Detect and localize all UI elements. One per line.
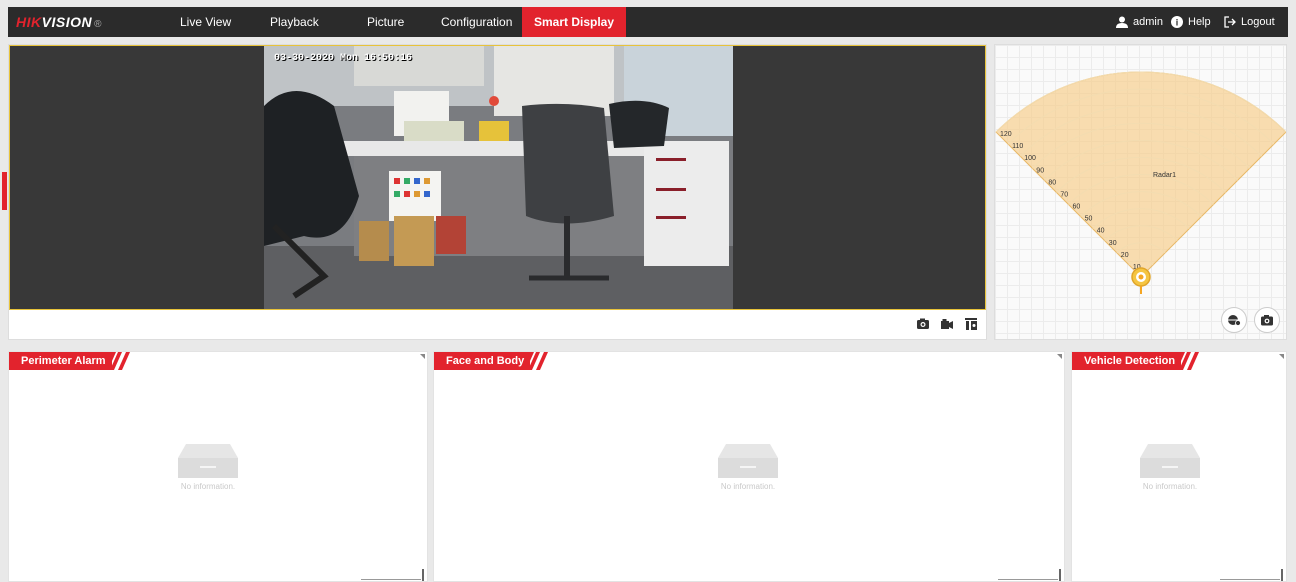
logout-label: Logout: [1241, 16, 1275, 28]
live-video-panel: 03-30-2020 Mon 16:50:16: [8, 44, 987, 340]
user-icon: [1116, 16, 1128, 28]
panel-title-bar: Face and Body: [434, 352, 554, 370]
panel-resize-handle[interactable]: [422, 569, 424, 581]
video-toolbar: [916, 317, 978, 331]
panel-title-bar: Perimeter Alarm: [9, 352, 136, 370]
help-label: Help: [1188, 16, 1211, 28]
logout-icon: [1224, 16, 1236, 28]
face-and-body-title: Face and Body: [434, 352, 531, 370]
radar-range-label: 70: [1060, 191, 1068, 198]
empty-state-text: No information.: [1142, 482, 1198, 491]
nav-configuration[interactable]: Configuration: [429, 7, 524, 37]
perimeter-alarm-panel: Perimeter Alarm No information.: [8, 351, 428, 582]
panel-title-bar: Vehicle Detection: [1072, 352, 1205, 370]
radar-snapshot-button[interactable]: [1254, 307, 1280, 333]
radar-device-icon[interactable]: [1131, 267, 1151, 294]
radar-range-label: 30: [1109, 240, 1117, 247]
perimeter-alarm-title: Perimeter Alarm: [9, 352, 112, 370]
empty-tray-icon: [1140, 444, 1200, 478]
empty-state: No information.: [178, 444, 238, 491]
radar-range-label: 60: [1073, 204, 1081, 211]
empty-state: No information.: [718, 444, 778, 491]
vehicle-detection-title: Vehicle Detection: [1072, 352, 1182, 370]
empty-state-text: No information.: [180, 482, 236, 491]
radar-map-panel[interactable]: 120 110 100 90 80 70 60 50 40 30 20 10 Radar1: [994, 44, 1287, 340]
camera-icon: [1261, 315, 1273, 326]
radar-target-button[interactable]: [1221, 307, 1247, 333]
radar-sector-chart: 120110100908070605040302010Radar1: [995, 71, 1286, 294]
panel-resize-line: [1220, 579, 1280, 580]
panel-resize-line: [998, 579, 1058, 580]
help-icon: i: [1171, 16, 1183, 28]
panel-corner-marker: [420, 354, 425, 359]
panel-resize-handle[interactable]: [1281, 569, 1283, 581]
radar-range-label: 100: [1024, 155, 1036, 162]
panel-corner-marker: [1057, 354, 1062, 359]
top-navigation-bar: HIKVISION ® Live View Playback Picture Co…: [8, 7, 1288, 37]
tracking-icon: [1228, 315, 1241, 326]
empty-tray-icon: [718, 444, 778, 478]
side-collapse-handle[interactable]: [2, 172, 7, 210]
camera-icon[interactable]: [916, 317, 930, 331]
panel-resize-line: [361, 579, 421, 580]
help-link[interactable]: i Help: [1171, 7, 1211, 37]
face-and-body-panel: Face and Body No information.: [433, 351, 1065, 582]
camera-feed-drawing: [264, 46, 733, 309]
panel-corner-marker: [1279, 354, 1284, 359]
camera-feed-image: 03-30-2020 Mon 16:50:16: [264, 46, 733, 309]
nav-picture[interactable]: Picture: [355, 7, 416, 37]
nav-smart-display[interactable]: Smart Display: [522, 7, 627, 37]
settings-icon[interactable]: [964, 317, 978, 331]
vehicle-detection-panel: Vehicle Detection No information.: [1071, 351, 1287, 582]
username-label: admin: [1133, 16, 1163, 28]
empty-state: No information.: [1140, 444, 1200, 491]
radar-range-label: 90: [1036, 167, 1044, 174]
radar-range-label: 50: [1085, 216, 1093, 223]
user-menu[interactable]: admin: [1116, 7, 1163, 37]
empty-tray-icon: [178, 444, 238, 478]
record-icon[interactable]: [940, 317, 954, 331]
nav-live-view[interactable]: Live View: [168, 7, 243, 37]
panel-resize-handle[interactable]: [1059, 569, 1061, 581]
empty-state-text: No information.: [720, 482, 776, 491]
video-viewport[interactable]: 03-30-2020 Mon 16:50:16: [9, 45, 986, 310]
radar-range-label: 80: [1048, 179, 1056, 186]
radar-range-label: 40: [1097, 228, 1105, 235]
hikvision-logo: HIKVISION ®: [16, 14, 102, 30]
video-timestamp-osd: 03-30-2020 Mon 16:50:16: [274, 53, 413, 64]
svg-text:i: i: [1176, 18, 1179, 28]
logout-link[interactable]: Logout: [1224, 7, 1275, 37]
radar-range-label: 20: [1121, 252, 1129, 259]
radar-range-label: 120: [1000, 131, 1012, 138]
radar-name-label: Radar1: [1153, 172, 1176, 179]
nav-playback[interactable]: Playback: [258, 7, 331, 37]
radar-range-label: 110: [1012, 143, 1023, 150]
